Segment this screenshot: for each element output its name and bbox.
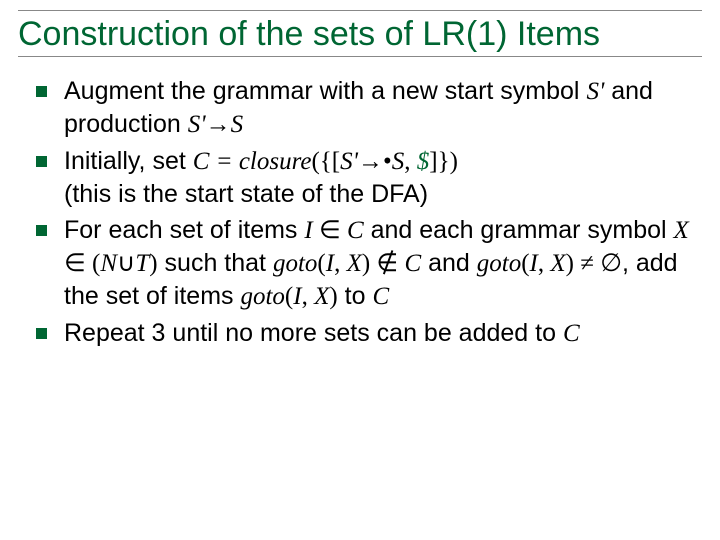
symbol-c: C: [193, 148, 210, 175]
symbol-c: C: [347, 217, 364, 244]
symbol-i: I: [304, 217, 312, 244]
list-item: Initially, set C = closure({[S'→•S, $]})…: [18, 145, 702, 210]
not-element-of-icon: ∉: [370, 250, 404, 277]
bullet-icon: [18, 214, 64, 236]
paren-close: ): [329, 283, 337, 310]
dot-icon: •: [383, 148, 392, 175]
item-text: Repeat 3 until no more sets can be added…: [64, 317, 702, 350]
slide-title: Construction of the sets of LR(1) Items: [18, 10, 702, 57]
paren-close: ): [566, 250, 574, 277]
text: such that: [158, 249, 273, 277]
symbol-t: T: [135, 250, 149, 277]
comma: ,: [404, 148, 417, 175]
text: Augment the grammar with a new start sym…: [64, 77, 586, 105]
not-equal-icon: ≠: [574, 250, 600, 277]
item-text: Initially, set C = closure({[S'→•S, $]})…: [64, 145, 702, 210]
symbol-i: I: [326, 250, 334, 277]
symbol-x: X: [314, 283, 329, 310]
comma: ,: [302, 283, 315, 310]
symbol-i: I: [530, 250, 538, 277]
goto-fn: goto: [477, 250, 521, 277]
list-item: Augment the grammar with a new start sym…: [18, 75, 702, 141]
goto-fn: goto: [240, 283, 284, 310]
union-icon: ∪: [117, 250, 135, 277]
item-text: For each set of items I ∈ C and each gra…: [64, 214, 702, 313]
text: Repeat 3 until no more sets can be added…: [64, 319, 563, 347]
comma: ,: [538, 250, 551, 277]
symbol-s-prime: S': [188, 111, 206, 138]
close-brackets: ]}): [429, 148, 458, 175]
slide-body: Augment the grammar with a new start sym…: [18, 75, 702, 350]
arrow-icon: →: [206, 111, 231, 138]
goto-fn: goto: [273, 250, 317, 277]
symbol-c: C: [372, 283, 389, 310]
text: Initially, set: [64, 147, 193, 175]
symbol-c: C: [563, 320, 580, 347]
symbol-x: X: [674, 217, 689, 244]
symbol-s: S: [231, 111, 244, 138]
text: and each grammar symbol: [364, 216, 674, 244]
bullet-icon: [18, 317, 64, 339]
empty-set-icon: ∅: [600, 250, 622, 277]
bullet-icon: [18, 75, 64, 97]
symbol-n: N: [100, 250, 117, 277]
symbol-s-prime: S': [586, 78, 604, 105]
text: (this is the start state of the DFA): [64, 180, 428, 208]
element-of-icon: ∈: [313, 217, 347, 244]
arrow-icon: →: [358, 148, 383, 175]
element-of-icon: ∈: [64, 250, 92, 277]
paren-close: ): [149, 250, 157, 277]
symbol-c: C: [404, 250, 421, 277]
symbol-x: X: [347, 250, 362, 277]
symbol-i: I: [293, 283, 301, 310]
closure-fn: closure: [239, 148, 312, 175]
text: For each set of items: [64, 216, 304, 244]
text: to: [338, 282, 373, 310]
equals: =: [209, 148, 238, 175]
paren-close: ): [362, 250, 370, 277]
item-text: Augment the grammar with a new start sym…: [64, 75, 702, 141]
paren-open: (: [521, 250, 529, 277]
open-brackets: ({[: [311, 148, 340, 175]
symbol-s: S: [392, 148, 405, 175]
text: and: [421, 249, 477, 277]
symbol-s-prime: S': [340, 148, 358, 175]
list-item: Repeat 3 until no more sets can be added…: [18, 317, 702, 350]
bullet-icon: [18, 145, 64, 167]
dollar-symbol: $: [417, 148, 430, 175]
paren-open: (: [317, 250, 325, 277]
slide: Construction of the sets of LR(1) Items …: [0, 0, 720, 540]
paren-open: (: [285, 283, 293, 310]
list-item: For each set of items I ∈ C and each gra…: [18, 214, 702, 313]
symbol-x: X: [550, 250, 565, 277]
comma: ,: [334, 250, 347, 277]
